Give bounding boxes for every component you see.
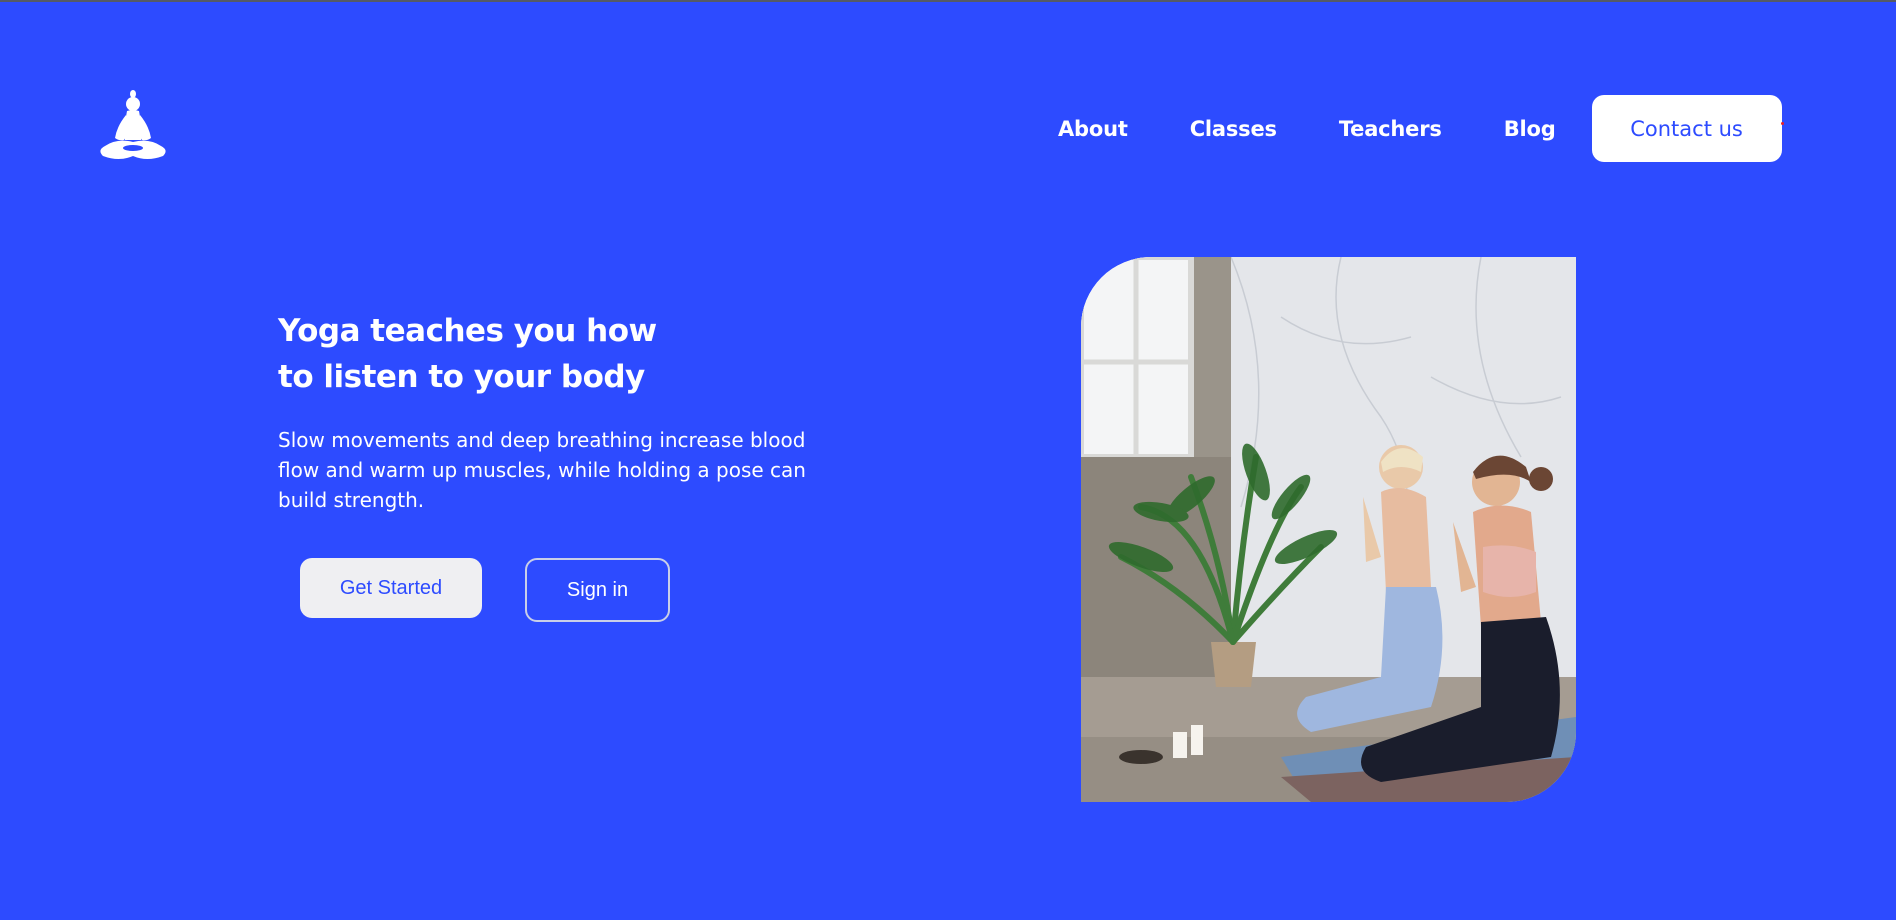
nav-about-link[interactable]: About	[1058, 117, 1128, 141]
hero-title: Yoga teaches you how to listen to your b…	[278, 308, 798, 400]
main-nav: About Classes Teachers Blog Contact us	[1058, 95, 1782, 162]
nav-classes-link[interactable]: Classes	[1190, 117, 1277, 141]
two-women-meditating-photo	[1081, 257, 1576, 802]
meditation-figure-icon[interactable]	[97, 88, 169, 162]
nav-teachers-link[interactable]: Teachers	[1339, 117, 1442, 141]
nav-blog-link[interactable]: Blog	[1504, 117, 1556, 141]
landing-page: About Classes Teachers Blog Contact us Y…	[0, 0, 1896, 920]
hero-description: Slow movements and deep breathing increa…	[278, 428, 806, 512]
contact-us-button[interactable]: Contact us	[1591, 95, 1782, 162]
sign-in-button[interactable]: Sign in	[525, 558, 670, 622]
window-top-border	[0, 0, 1896, 2]
hero-title-line-1: Yoga teaches you how	[278, 313, 657, 349]
get-started-button[interactable]: Get Started	[300, 558, 482, 618]
decorative-dot	[1781, 122, 1784, 125]
hero-title-line-2: to listen to your body	[278, 359, 645, 395]
